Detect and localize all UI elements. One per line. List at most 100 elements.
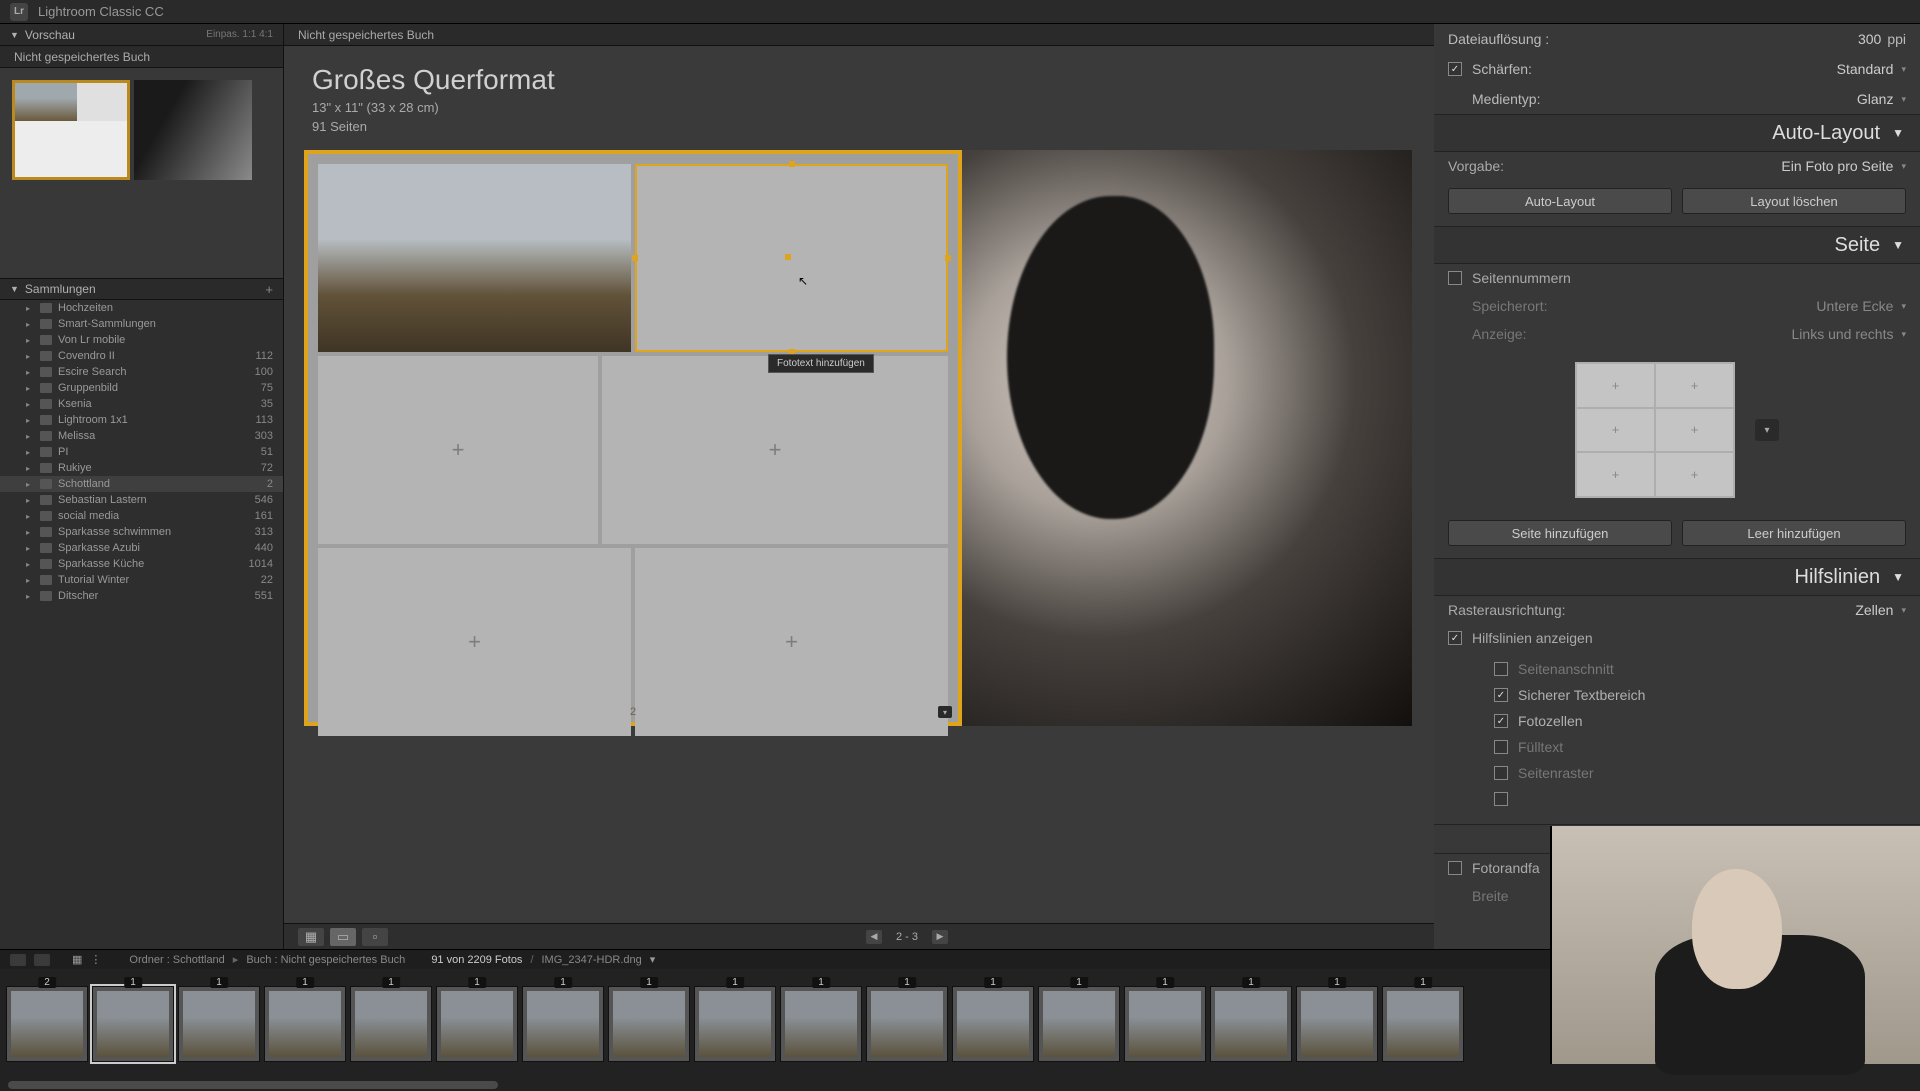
filmstrip-thumb[interactable]: 1: [866, 986, 948, 1062]
filmstrip-thumb[interactable]: 1: [1382, 986, 1464, 1062]
view-grid-button[interactable]: ▦: [298, 928, 324, 946]
resolution-value[interactable]: 300: [1858, 31, 1881, 47]
add-page-button[interactable]: Seite hinzufügen: [1448, 520, 1672, 546]
photo-cell-3[interactable]: +: [318, 356, 598, 544]
autolayout-button[interactable]: Auto-Layout: [1448, 188, 1672, 214]
filmstrip-scrollbar[interactable]: [0, 1079, 1920, 1091]
folder-crumb[interactable]: Ordner : Schottland: [129, 954, 224, 966]
media-value[interactable]: Glanz: [1857, 91, 1894, 107]
collection-item[interactable]: ▸Gruppenbild75: [0, 380, 283, 396]
resize-handle[interactable]: [632, 255, 638, 261]
photo-cell-5[interactable]: +: [318, 548, 631, 736]
collection-item[interactable]: ▸Sparkasse Azubi440: [0, 540, 283, 556]
collection-item[interactable]: ▸Hochzeiten: [0, 300, 283, 316]
nav-thumb-icon[interactable]: [10, 954, 26, 966]
chevron-updown-icon[interactable]: ▾: [1901, 64, 1906, 75]
chevron-updown-icon[interactable]: ▾: [1901, 161, 1906, 172]
filmstrip-thumb[interactable]: 1: [92, 986, 174, 1062]
filmstrip-thumb[interactable]: 1: [952, 986, 1034, 1062]
add-collection-icon[interactable]: +: [265, 282, 273, 297]
preview-thumb-right[interactable]: [134, 80, 252, 180]
layout-template[interactable]: ++++++: [1575, 362, 1735, 498]
filmstrip-thumb[interactable]: 1: [522, 986, 604, 1062]
autolayout-section-header[interactable]: Auto-Layout ▼: [1434, 114, 1920, 152]
collection-item[interactable]: ▸Sparkasse schwimmen313: [0, 524, 283, 540]
filmstrip-thumb[interactable]: 1: [608, 986, 690, 1062]
photo-cell-4[interactable]: +: [602, 356, 948, 544]
layout-dropdown-button[interactable]: ▾: [1755, 419, 1779, 441]
filmstrip-thumb[interactable]: 1: [1124, 986, 1206, 1062]
bleed-label: Seitenanschnitt: [1518, 661, 1614, 677]
filmstrip-thumb[interactable]: 1: [178, 986, 260, 1062]
collection-item[interactable]: ▸Covendro II112: [0, 348, 283, 364]
grid-value[interactable]: Zellen: [1855, 602, 1893, 618]
collections-header[interactable]: ▼ Sammlungen +: [0, 278, 283, 300]
book-crumb[interactable]: Buch : Nicht gespeichertes Buch: [246, 954, 405, 966]
show-guides-checkbox[interactable]: [1448, 631, 1462, 645]
book-page-right[interactable]: 3: [962, 150, 1412, 726]
collection-item[interactable]: ▸Melissa303: [0, 428, 283, 444]
add-blank-button[interactable]: Leer hinzufügen: [1682, 520, 1906, 546]
collections-list: ▸Hochzeiten▸Smart-Sammlungen▸Von Lr mobi…: [0, 300, 283, 949]
page-section-header[interactable]: Seite ▼: [1434, 226, 1920, 264]
secondary-display-icon[interactable]: [34, 954, 50, 966]
zoom-buttons[interactable]: Einpas. 1:1 4:1: [206, 29, 273, 40]
collection-item[interactable]: ▸PI51: [0, 444, 283, 460]
filmstrip-thumb[interactable]: 1: [694, 986, 776, 1062]
preview-header[interactable]: ▼ Vorschau Einpas. 1:1 4:1: [0, 24, 283, 46]
filltext-checkbox[interactable]: [1494, 740, 1508, 754]
pagegrid-checkbox[interactable]: [1494, 766, 1508, 780]
page-layout-dropdown[interactable]: ▾: [938, 706, 952, 718]
resize-handle[interactable]: [945, 255, 951, 261]
collection-item[interactable]: ▸Sparkasse Küche1014: [0, 556, 283, 572]
book-page-left[interactable]: + + + + ↖ Fototext hinzufügen 2 ▾: [304, 150, 962, 726]
sharpen-checkbox[interactable]: [1448, 62, 1462, 76]
filmstrip-thumb[interactable]: 1: [350, 986, 432, 1062]
photo-cell-1[interactable]: [318, 164, 631, 352]
add-caption-tooltip[interactable]: Fototext hinzufügen: [768, 354, 874, 373]
options-icon[interactable]: ⋮: [90, 953, 101, 966]
filmstrip-thumb[interactable]: 1: [1038, 986, 1120, 1062]
prev-page-button[interactable]: ◀: [866, 930, 882, 944]
view-spread-button[interactable]: ▭: [330, 928, 356, 946]
collection-item[interactable]: ▸Escire Search100: [0, 364, 283, 380]
sharpen-value[interactable]: Standard: [1837, 61, 1894, 77]
border-checkbox[interactable]: [1448, 861, 1462, 875]
preview-thumb-left[interactable]: [12, 80, 130, 180]
filmstrip-thumb[interactable]: 1: [780, 986, 862, 1062]
grid-icon[interactable]: ▦: [72, 953, 82, 966]
filmstrip-thumb[interactable]: 2: [6, 986, 88, 1062]
center-handle[interactable]: [785, 254, 791, 260]
safetext-checkbox[interactable]: [1494, 688, 1508, 702]
doc-title-bar: Nicht gespeichertes Buch: [284, 24, 1434, 46]
photo-cell-2-selected[interactable]: [635, 164, 948, 352]
collection-item[interactable]: ▸Von Lr mobile: [0, 332, 283, 348]
chevron-updown-icon[interactable]: ▾: [1901, 94, 1906, 105]
filmstrip-thumb[interactable]: 1: [436, 986, 518, 1062]
collection-item[interactable]: ▸Smart-Sammlungen: [0, 316, 283, 332]
filmstrip-thumb[interactable]: 1: [264, 986, 346, 1062]
collection-item[interactable]: ▸Schottland2: [0, 476, 283, 492]
filmstrip-thumb[interactable]: 1: [1210, 986, 1292, 1062]
scrollbar-thumb[interactable]: [8, 1081, 498, 1089]
collection-item[interactable]: ▸Lightroom 1x1113: [0, 412, 283, 428]
pagenum-checkbox[interactable]: [1448, 271, 1462, 285]
collection-item[interactable]: ▸Ksenia35: [0, 396, 283, 412]
collection-item[interactable]: ▸Rukiye72: [0, 460, 283, 476]
bleed-checkbox[interactable]: [1494, 662, 1508, 676]
preset-value[interactable]: Ein Foto pro Seite: [1781, 158, 1893, 174]
guides-section-header[interactable]: Hilfslinien ▼: [1434, 558, 1920, 596]
view-single-button[interactable]: ▫: [362, 928, 388, 946]
chevron-updown-icon[interactable]: ▾: [1901, 605, 1906, 616]
photo-cell-6[interactable]: +: [635, 548, 948, 736]
next-page-button[interactable]: ▶: [932, 930, 948, 944]
collection-item[interactable]: ▸social media161: [0, 508, 283, 524]
resize-handle[interactable]: [789, 161, 795, 167]
extra-checkbox[interactable]: [1494, 792, 1508, 806]
clear-layout-button[interactable]: Layout löschen: [1682, 188, 1906, 214]
collection-item[interactable]: ▸Ditscher551: [0, 588, 283, 604]
collection-item[interactable]: ▸Sebastian Lastern546: [0, 492, 283, 508]
collection-item[interactable]: ▸Tutorial Winter22: [0, 572, 283, 588]
photocells-checkbox[interactable]: [1494, 714, 1508, 728]
filmstrip-thumb[interactable]: 1: [1296, 986, 1378, 1062]
